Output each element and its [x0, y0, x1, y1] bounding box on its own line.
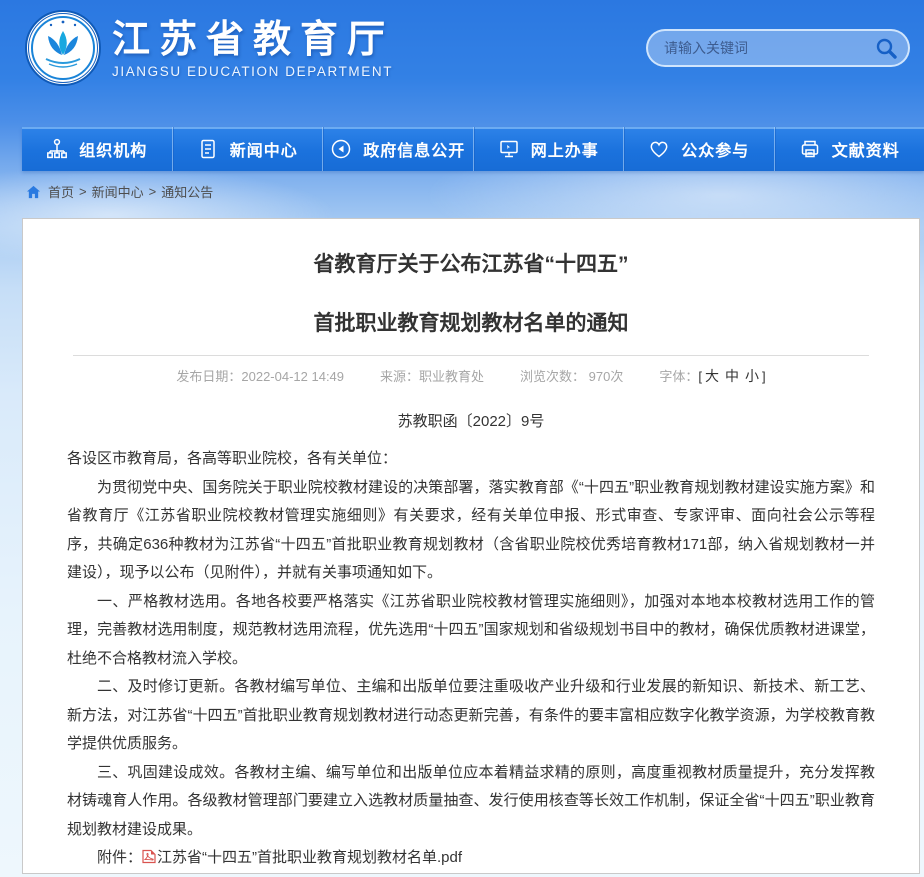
nav-label: 公众参与 — [681, 137, 749, 161]
nav-item-online-services[interactable]: 网上办事 — [473, 127, 624, 171]
breadcrumb-separator: > — [149, 184, 157, 199]
site-subtitle: JIANGSU EDUCATION DEPARTMENT — [112, 64, 394, 79]
brand-block: 江苏省教育厅 JIANGSU EDUCATION DEPARTMENT — [112, 18, 394, 79]
search-input[interactable] — [664, 40, 874, 56]
title-divider — [73, 355, 869, 356]
nav-item-public-participation[interactable]: 公众参与 — [623, 127, 774, 171]
salutation: 各设区市教育局，各高等职业院校，各有关单位： — [67, 445, 875, 474]
paragraph: 二、及时修订更新。各教材编写单位、主编和出版单位要注重吸收产业升级和行业发展的新… — [67, 673, 875, 759]
nav-item-info-disclosure[interactable]: 政府信息公开 — [322, 127, 473, 171]
article-meta: 发布日期：2022-04-12 14:49 来源：职业教育处 浏览次数： 970… — [67, 366, 875, 386]
department-logo[interactable] — [24, 9, 102, 87]
source: 来源：职业教育处 — [380, 366, 484, 386]
nav-label: 网上办事 — [531, 137, 599, 161]
article-body: 各设区市教育局，各高等职业院校，各有关单位： 为贯彻党中央、国务院关于职业院校教… — [67, 445, 875, 844]
search-box[interactable] — [646, 29, 910, 67]
paragraph: 为贯彻党中央、国务院关于职业院校教材建设的决策部署，落实教育部《“十四五”职业教… — [67, 474, 875, 588]
main-nav: 组织机构 新闻中心 政府信息公开 网上办事 公众参与 — [22, 127, 924, 171]
breadcrumb-separator: > — [79, 184, 87, 199]
attachment-link[interactable]: 江苏省“十四五”首批职业教育规划教材名单.pdf — [157, 849, 462, 866]
org-chart-icon — [46, 138, 68, 160]
nav-item-documents[interactable]: 文献资料 — [774, 127, 924, 171]
font-size-large-button[interactable]: 大 — [702, 368, 722, 384]
font-size-small-button[interactable]: 小 — [742, 368, 762, 384]
nav-item-organization[interactable]: 组织机构 — [22, 127, 172, 171]
home-icon — [26, 185, 41, 199]
document-number: 苏教职函〔2022〕9号 — [67, 410, 875, 431]
nav-label: 新闻中心 — [230, 137, 298, 161]
publish-date: 发布日期：2022-04-12 14:49 — [176, 366, 344, 386]
magnifier-icon — [874, 36, 898, 60]
archive-printer-icon — [799, 138, 821, 160]
view-count: 浏览次数： 970次 — [520, 366, 623, 386]
article-title-line2: 首批职业教育规划教材名单的通知 — [67, 310, 875, 338]
nav-item-news[interactable]: 新闻中心 — [172, 127, 323, 171]
logo-emblem-icon — [24, 9, 102, 87]
font-bracket-close: ] — [762, 369, 766, 384]
attachment-row: 附件： 江苏省“十四五”首批职业教育规划教材名单.pdf — [67, 844, 875, 873]
breadcrumb-item-home[interactable]: 首页 — [48, 182, 74, 201]
font-size-medium-button[interactable]: 中 — [722, 368, 742, 384]
site-header: 江苏省教育厅 JIANGSU EDUCATION DEPARTMENT — [0, 0, 924, 127]
site-title: 江苏省教育厅 — [112, 18, 394, 62]
search-button[interactable] — [874, 36, 898, 60]
paragraph: 一、严格教材选用。各地各校要严格落实《江苏省职业院校教材管理实施细则》，加强对本… — [67, 588, 875, 674]
article-title-line1: 省教育厅关于公布江苏省“十四五” — [67, 251, 875, 279]
monitor-icon — [498, 138, 520, 160]
paragraph: 三、巩固建设成效。各教材主编、编写单位和出版单位应本着精益求精的原则，高度重视教… — [67, 759, 875, 845]
nav-label: 组织机构 — [79, 137, 147, 161]
breadcrumb-item-notices[interactable]: 通知公告 — [161, 182, 213, 201]
article-panel: 省教育厅关于公布江苏省“十四五” 首批职业教育规划教材名单的通知 发布日期：20… — [22, 218, 920, 874]
heart-icon — [648, 138, 670, 160]
pdf-file-icon — [142, 849, 156, 864]
font-size-control: 字体：[大中小] — [659, 366, 765, 386]
breadcrumb-item-news-center[interactable]: 新闻中心 — [92, 182, 144, 201]
breadcrumb: 首页 > 新闻中心 > 通知公告 — [26, 182, 213, 201]
nav-label: 文献资料 — [832, 137, 900, 161]
nav-label: 政府信息公开 — [363, 137, 465, 161]
font-size-label: 字体： — [659, 369, 698, 384]
info-disclosure-icon — [330, 138, 352, 160]
attachment-label: 附件： — [97, 849, 142, 866]
news-doc-icon — [197, 138, 219, 160]
